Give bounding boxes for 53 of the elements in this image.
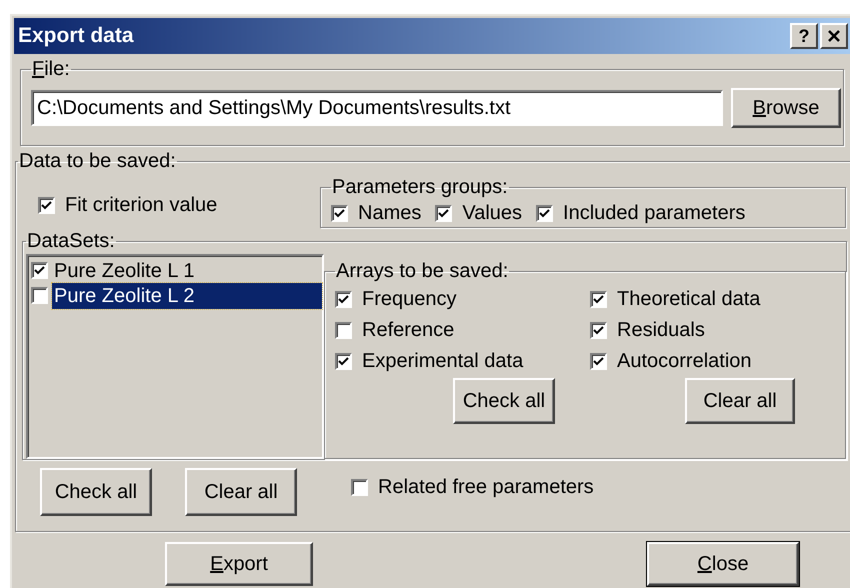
dialog-button[interactable]: Close — [647, 542, 799, 586]
checked-checkbox[interactable] — [536, 204, 554, 222]
check-icon — [593, 294, 604, 304]
check-icon — [34, 265, 45, 276]
close-button[interactable] — [820, 23, 848, 49]
check-icon — [593, 356, 604, 366]
group-label: Data to be saved: — [18, 149, 177, 174]
close-icon — [827, 29, 841, 43]
check-icon — [334, 208, 345, 218]
check-icon — [593, 324, 604, 336]
check-icon — [338, 356, 349, 366]
checked-checkbox[interactable] — [331, 204, 348, 222]
window-title: Export data — [18, 23, 134, 49]
check-icon — [338, 294, 349, 304]
checkbox-label: Frequency — [362, 287, 456, 312]
dialog-button[interactable]: Export — [165, 542, 313, 586]
help-button[interactable]: ? — [790, 23, 818, 49]
checkbox[interactable] — [31, 287, 48, 304]
checkbox-label: Names — [358, 201, 422, 226]
checkbox-label: Fit criterion value — [65, 193, 218, 218]
checkbox-label: Theoretical data — [617, 287, 760, 312]
group-label: Parameters groups: — [331, 175, 509, 200]
check-icon — [539, 208, 550, 218]
checkbox-label: Values — [462, 201, 522, 226]
browse-button[interactable]: Browse — [731, 88, 841, 128]
checked-checkbox[interactable] — [335, 290, 352, 308]
checked-checkbox[interactable] — [590, 290, 607, 308]
checkbox-label: Reference — [362, 318, 454, 343]
checked-checkbox[interactable] — [435, 204, 452, 222]
checked-checkbox[interactable] — [590, 352, 607, 370]
checked-checkbox[interactable] — [335, 352, 352, 370]
checked-checkbox[interactable] — [38, 196, 55, 214]
checkbox[interactable] — [335, 322, 352, 338]
checkbox-label: Related free parameters — [378, 475, 594, 500]
check-icon — [41, 200, 52, 210]
checkbox-label: Residuals — [617, 318, 705, 343]
checkbox[interactable] — [351, 478, 368, 496]
checkbox-label: Autocorrelation — [617, 349, 752, 374]
file-path-field[interactable]: C:\Documents and Settings\My Documents\results.txt — [31, 90, 723, 126]
group-label: Arrays to be saved: — [335, 259, 510, 284]
check-all-button[interactable]: Check all — [40, 468, 152, 516]
checkbox-label: Included parameters — [563, 201, 746, 226]
dataset-item[interactable]: Pure Zeolite L 1 — [52, 258, 322, 284]
check-icon — [438, 208, 450, 218]
checkbox-label: Experimental data — [362, 349, 524, 374]
checked-checkbox[interactable] — [31, 262, 48, 279]
dataset-item[interactable]: Pure Zeolite L 2 — [52, 282, 322, 308]
group-label: DataSets: — [26, 229, 116, 254]
group-label: File: — [31, 57, 71, 82]
clear-all-button[interactable]: Clear all — [185, 468, 297, 516]
clear-all-button[interactable]: Clear all — [685, 378, 795, 424]
checked-checkbox[interactable] — [590, 322, 607, 338]
check-all-button[interactable]: Check all — [453, 378, 555, 424]
